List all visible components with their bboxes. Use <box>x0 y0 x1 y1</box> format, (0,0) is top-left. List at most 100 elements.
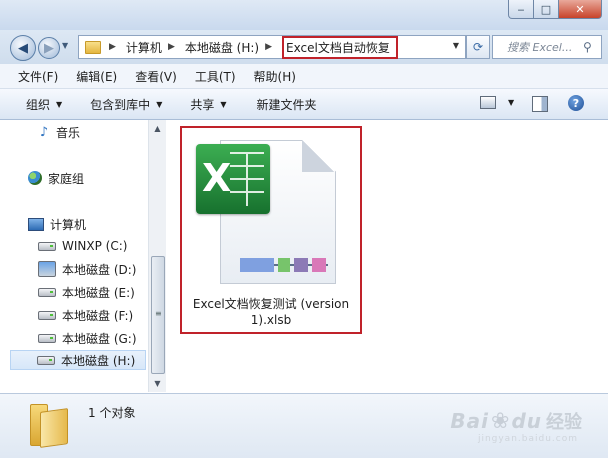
nav-item-drive-d[interactable]: 本地磁盘 (D:) <box>38 259 136 279</box>
bar-green <box>278 258 290 272</box>
x-glyph: X <box>202 156 232 200</box>
excel-logo-icon: X <box>196 144 270 214</box>
share-label: 共享 <box>190 97 215 112</box>
nav-label: 本地磁盘 (F:) <box>62 308 134 323</box>
back-button[interactable]: ◀ <box>10 35 36 61</box>
search-icon[interactable]: ⚲ <box>583 40 597 54</box>
nav-item-drive-e[interactable]: 本地磁盘 (E:) <box>38 282 135 302</box>
maximize-button[interactable]: □ <box>534 0 559 19</box>
nav-label: 计算机 <box>50 217 87 232</box>
menu-edit[interactable]: 编辑(E) <box>76 68 117 85</box>
nav-item-computer[interactable]: 计算机 <box>28 214 86 234</box>
forward-button[interactable]: ▶ <box>38 37 60 59</box>
breadcrumb-root-arrow[interactable]: ▶ <box>103 42 122 52</box>
nav-label: 本地磁盘 (G:) <box>62 331 137 346</box>
organize-button[interactable]: 组织 ▼ <box>26 96 62 113</box>
caret-down-icon: ▼ <box>508 98 515 107</box>
watermark-brand: Bai <box>450 409 489 433</box>
breadcrumb-label: 计算机 <box>125 40 162 55</box>
address-history-dropdown[interactable]: ▼ <box>453 41 459 50</box>
include-in-library-button[interactable]: 包含到库中 ▼ <box>90 96 162 113</box>
command-bar: 组织 ▼ 包含到库中 ▼ 共享 ▼ 新建文件夹 ▼ ? <box>0 89 608 120</box>
bar-pink <box>312 258 326 272</box>
nav-item-homegroup[interactable]: 家庭组 <box>28 168 84 188</box>
breadcrumb-label: 本地磁盘 (H:) <box>184 40 260 55</box>
address-bar[interactable]: ▶ 计算机 ▶ 本地磁盘 (H:) ▶ Excel文档自动恢复 ▼ <box>78 35 466 59</box>
breadcrumb-drive-h[interactable]: 本地磁盘 (H:) ▶ <box>185 39 278 56</box>
preview-pane-button[interactable] <box>532 96 548 112</box>
excel-binary-workbook-icon: X <box>192 138 352 288</box>
menu-tools[interactable]: 工具(T) <box>195 68 236 85</box>
chevron-right-icon: ▶ <box>109 42 116 52</box>
nav-label: 音乐 <box>56 125 81 140</box>
nav-label: 本地磁盘 (D:) <box>62 262 137 277</box>
arrow-left-icon: ◀ <box>18 40 28 56</box>
bar-purple <box>294 258 308 272</box>
include-in-library-label: 包含到库中 <box>90 97 151 112</box>
system-drive-icon <box>38 261 56 277</box>
scroll-thumb[interactable]: ≡ <box>151 256 165 374</box>
recent-pages-dropdown[interactable]: ▼ <box>62 41 68 50</box>
grid-pattern <box>230 152 264 206</box>
nav-label: 本地磁盘 (H:) <box>61 353 136 368</box>
title-bar: ‒ □ ✕ <box>0 0 608 30</box>
caret-down-icon: ▼ <box>156 99 163 109</box>
new-folder-label: 新建文件夹 <box>256 97 317 112</box>
drive-icon <box>38 333 56 343</box>
new-folder-button[interactable]: 新建文件夹 <box>257 96 317 113</box>
minimize-button[interactable]: ‒ <box>508 0 534 19</box>
binary-format-bars <box>240 258 330 272</box>
refresh-icon: ⟳ <box>472 40 484 54</box>
drive-icon <box>38 310 56 320</box>
drive-icon <box>38 287 56 297</box>
navigation-pane: ♪ 音乐 家庭组 计算机 WINXP (C:) 本地磁盘 (D:) 本地磁盘 (… <box>0 120 166 392</box>
watermark-cn: 经验 <box>546 412 582 433</box>
search-input[interactable]: 搜索 Excel... ⚲ <box>492 35 602 59</box>
refresh-button[interactable]: ⟳ <box>466 35 490 59</box>
nav-item-drive-f[interactable]: 本地磁盘 (F:) <box>38 305 133 325</box>
chevron-right-icon: ▶ <box>265 42 273 52</box>
breadcrumb-computer[interactable]: 计算机 ▶ <box>126 39 181 56</box>
window-controls: ‒ □ ✕ <box>508 0 602 19</box>
nav-item-drive-g[interactable]: 本地磁盘 (G:) <box>38 328 137 348</box>
organize-label: 组织 <box>26 97 51 112</box>
nav-pane-scrollbar[interactable]: ▲ ≡ ▼ <box>148 120 166 392</box>
arrow-right-icon: ▶ <box>44 40 54 56</box>
page-fold <box>302 140 334 172</box>
breadcrumb-current-folder[interactable]: Excel文档自动恢复 <box>282 35 398 59</box>
view-icon <box>480 96 496 109</box>
drive-icon <box>37 355 55 365</box>
menu-help[interactable]: 帮助(H) <box>254 68 296 85</box>
file-item[interactable]: X Excel文档恢复测试 (version 1).xlsb <box>180 126 362 334</box>
item-count: 1 个对象 <box>88 406 136 420</box>
watermark-url: jingyan.baidu.com <box>477 434 578 444</box>
caret-down-icon: ▼ <box>220 99 227 109</box>
help-button[interactable]: ? <box>568 95 584 111</box>
computer-icon <box>28 217 44 231</box>
nav-label: 家庭组 <box>48 171 85 186</box>
homegroup-icon <box>28 171 42 185</box>
address-row: ◀ ▶ ▼ ▶ 计算机 ▶ 本地磁盘 (H:) ▶ Excel文档自动恢复 ▼ … <box>0 30 608 64</box>
nav-item-music[interactable]: ♪ 音乐 <box>38 122 80 142</box>
nav-item-drive-c[interactable]: WINXP (C:) <box>38 236 127 256</box>
caret-down-icon: ▼ <box>56 99 63 109</box>
paw-icon: ❀ <box>491 408 510 434</box>
share-button[interactable]: 共享 ▼ <box>190 96 226 113</box>
grip-icon: ≡ <box>155 309 162 318</box>
file-list: X Excel文档恢复测试 (version 1).xlsb <box>166 120 608 392</box>
scroll-up-arrow-icon[interactable]: ▲ <box>149 120 166 137</box>
scroll-down-arrow-icon[interactable]: ▼ <box>149 375 166 392</box>
menu-file[interactable]: 文件(F) <box>18 68 58 85</box>
nav-item-drive-h[interactable]: 本地磁盘 (H:) <box>10 350 146 370</box>
menu-view[interactable]: 查看(V) <box>135 68 177 85</box>
music-note-icon: ♪ <box>39 124 49 140</box>
change-view-button[interactable]: ▼ <box>480 96 514 109</box>
search-placeholder: 搜索 Excel... <box>507 41 573 54</box>
watermark-logo: Bai ❀ du 经验 <box>450 408 582 434</box>
close-button[interactable]: ✕ <box>559 0 602 19</box>
menu-bar: 文件(F) 编辑(E) 查看(V) 工具(T) 帮助(H) <box>0 64 608 89</box>
folder-icon <box>85 40 101 54</box>
breadcrumb-label: Excel文档自动恢复 <box>286 40 390 55</box>
file-name: Excel文档恢复测试 (version 1).xlsb <box>192 297 350 327</box>
nav-label: WINXP (C:) <box>62 239 128 253</box>
